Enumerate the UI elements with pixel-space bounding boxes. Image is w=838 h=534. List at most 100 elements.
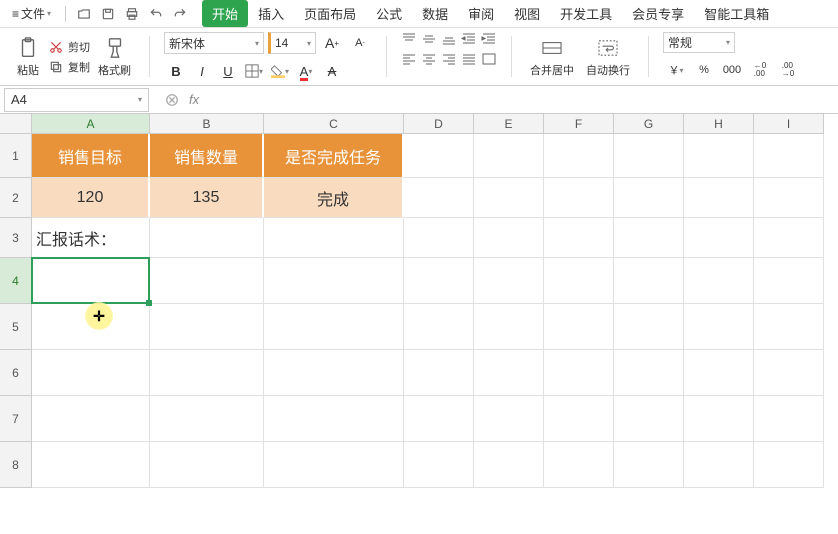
col-header-E[interactable]: E: [474, 114, 544, 134]
cell-A1[interactable]: 销售目标: [32, 134, 150, 178]
font-color-button[interactable]: A ▾: [294, 60, 318, 82]
cell-F6[interactable]: [544, 350, 614, 396]
cell-I5[interactable]: [754, 304, 824, 350]
cell-F2[interactable]: [544, 178, 614, 218]
strikethrough-button[interactable]: A: [320, 60, 344, 82]
align-right-button[interactable]: [441, 52, 457, 66]
select-all-corner[interactable]: [0, 114, 32, 134]
cell-G7[interactable]: [614, 396, 684, 442]
undo-icon[interactable]: [146, 4, 166, 24]
format-painter-button[interactable]: 格式刷: [94, 36, 135, 78]
col-header-A[interactable]: A: [32, 114, 150, 134]
cell-G5[interactable]: [614, 304, 684, 350]
cell-E5[interactable]: [474, 304, 544, 350]
cell-D2[interactable]: [404, 178, 474, 218]
cell-B7[interactable]: [150, 396, 264, 442]
fill-color-button[interactable]: ▾: [268, 60, 292, 82]
cell-D4[interactable]: [404, 258, 474, 304]
cell-A5[interactable]: [32, 304, 150, 350]
cell-B8[interactable]: [150, 442, 264, 488]
cell-A6[interactable]: [32, 350, 150, 396]
cell-C7[interactable]: [264, 396, 404, 442]
align-bottom-button[interactable]: [441, 32, 457, 46]
cell-I7[interactable]: [754, 396, 824, 442]
cell-A2[interactable]: 120: [32, 178, 150, 218]
col-header-F[interactable]: F: [544, 114, 614, 134]
percent-button[interactable]: %: [691, 59, 717, 81]
align-left-button[interactable]: [401, 52, 417, 66]
cell-H5[interactable]: [684, 304, 754, 350]
tab-1[interactable]: 插入: [248, 0, 294, 27]
cell-F4[interactable]: [544, 258, 614, 304]
row-header-3[interactable]: 3: [0, 218, 32, 258]
font-name-select[interactable]: 新宋体 ▾: [164, 32, 264, 54]
cell-B3[interactable]: [150, 218, 264, 258]
decrease-font-button[interactable]: A-: [348, 32, 372, 54]
cell-F1[interactable]: [544, 134, 614, 178]
cell-C2[interactable]: 完成: [264, 178, 404, 218]
cell-C4[interactable]: [264, 258, 404, 304]
row-header-2[interactable]: 2: [0, 178, 32, 218]
tab-5[interactable]: 审阅: [458, 0, 504, 27]
italic-button[interactable]: I: [190, 60, 214, 82]
cell-F5[interactable]: [544, 304, 614, 350]
formula-input[interactable]: [211, 86, 838, 113]
row-header-7[interactable]: 7: [0, 396, 32, 442]
row-header-4[interactable]: 4: [0, 258, 32, 304]
cell-C8[interactable]: [264, 442, 404, 488]
cell-D8[interactable]: [404, 442, 474, 488]
cell-E4[interactable]: [474, 258, 544, 304]
cell-G8[interactable]: [614, 442, 684, 488]
decrease-decimal-button[interactable]: ←0 .00: [747, 59, 773, 81]
cell-F8[interactable]: [544, 442, 614, 488]
cell-H4[interactable]: [684, 258, 754, 304]
bold-button[interactable]: B: [164, 60, 188, 82]
cell-I1[interactable]: [754, 134, 824, 178]
cell-A8[interactable]: [32, 442, 150, 488]
cell-E8[interactable]: [474, 442, 544, 488]
cell-G4[interactable]: [614, 258, 684, 304]
cell-C3[interactable]: [264, 218, 404, 258]
row-header-8[interactable]: 8: [0, 442, 32, 488]
cell-G2[interactable]: [614, 178, 684, 218]
tab-9[interactable]: 智能工具箱: [694, 0, 779, 27]
cell-H3[interactable]: [684, 218, 754, 258]
cell-B4[interactable]: [150, 258, 264, 304]
col-header-G[interactable]: G: [614, 114, 684, 134]
cell-I4[interactable]: [754, 258, 824, 304]
tab-4[interactable]: 数据: [412, 0, 458, 27]
cell-H2[interactable]: [684, 178, 754, 218]
cell-E2[interactable]: [474, 178, 544, 218]
tab-8[interactable]: 会员专享: [622, 0, 694, 27]
cell-B5[interactable]: [150, 304, 264, 350]
cell-E7[interactable]: [474, 396, 544, 442]
cell-D5[interactable]: [404, 304, 474, 350]
merge-center-button[interactable]: 合并居中: [526, 36, 578, 78]
orientation-button[interactable]: [481, 52, 497, 66]
cell-B6[interactable]: [150, 350, 264, 396]
cell-D3[interactable]: [404, 218, 474, 258]
cancel-icon[interactable]: [165, 93, 179, 107]
cell-I3[interactable]: [754, 218, 824, 258]
cut-button[interactable]: 剪切: [48, 39, 90, 55]
cell-C5[interactable]: [264, 304, 404, 350]
save-icon[interactable]: [98, 4, 118, 24]
cell-F7[interactable]: [544, 396, 614, 442]
cell-G3[interactable]: [614, 218, 684, 258]
indent-increase-button[interactable]: [481, 32, 497, 46]
increase-decimal-button[interactable]: .00 →0: [775, 59, 801, 81]
tab-7[interactable]: 开发工具: [550, 0, 622, 27]
cell-H1[interactable]: [684, 134, 754, 178]
cell-C6[interactable]: [264, 350, 404, 396]
cell-C1[interactable]: 是否完成任务: [264, 134, 404, 178]
cell-A4[interactable]: [32, 258, 150, 304]
row-header-1[interactable]: 1: [0, 134, 32, 178]
cell-D1[interactable]: [404, 134, 474, 178]
cell-I6[interactable]: [754, 350, 824, 396]
cell-E6[interactable]: [474, 350, 544, 396]
cell-B1[interactable]: 销售数量: [150, 134, 264, 178]
col-header-D[interactable]: D: [404, 114, 474, 134]
align-justify-button[interactable]: [461, 52, 477, 66]
border-button[interactable]: ▾: [242, 60, 266, 82]
cell-E3[interactable]: [474, 218, 544, 258]
